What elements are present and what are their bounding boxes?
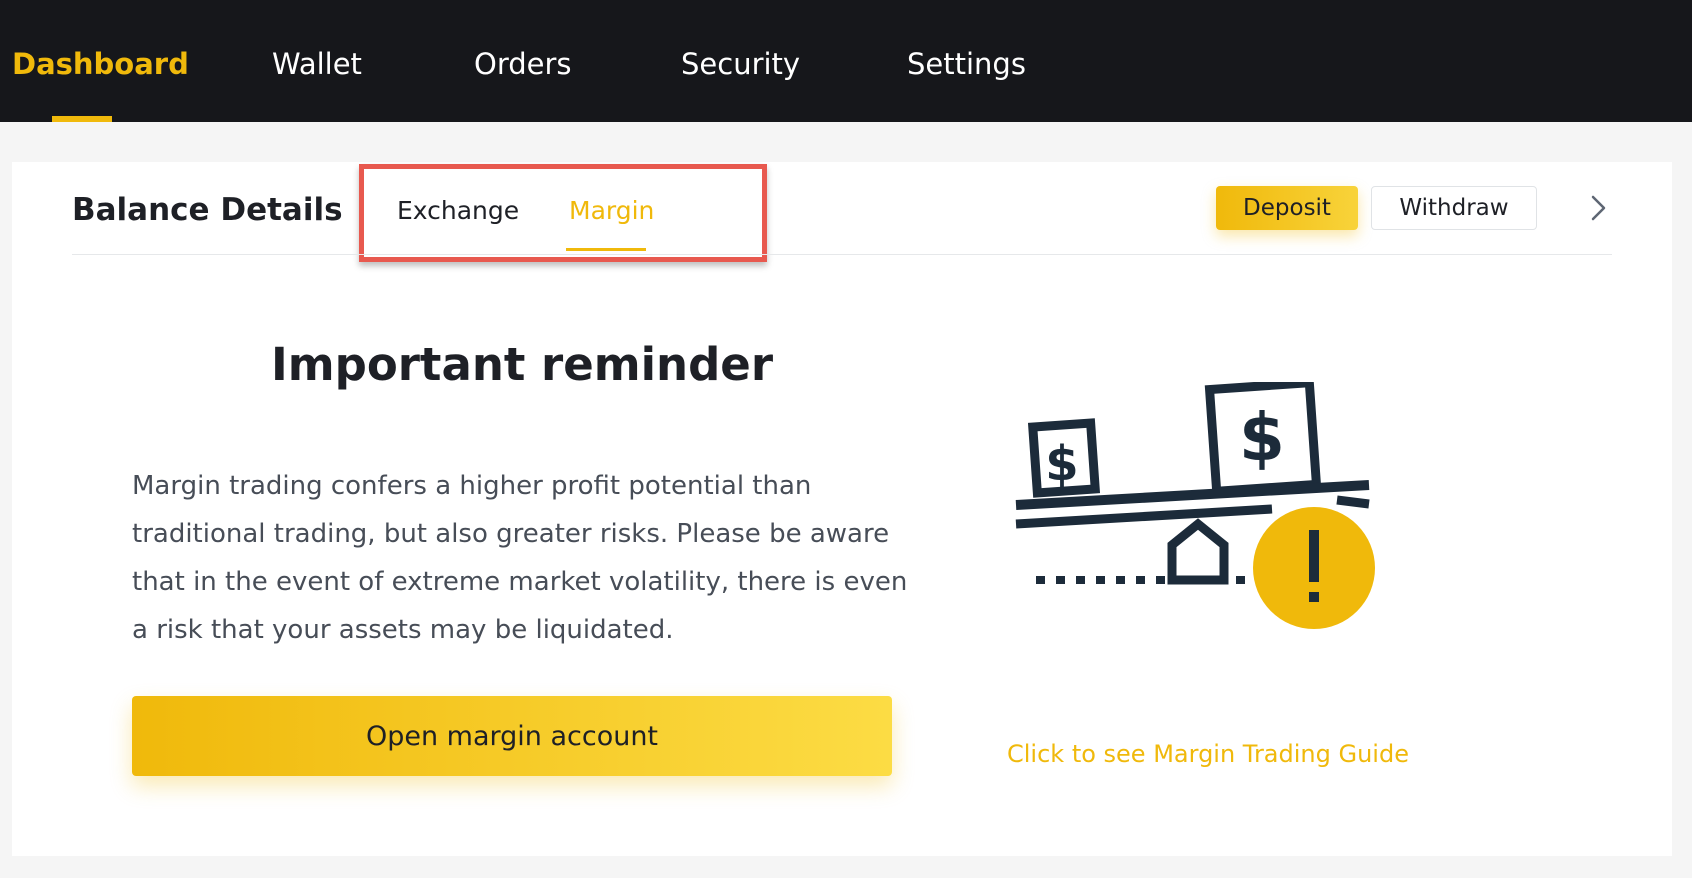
nav-item-security[interactable]: Security <box>681 50 800 79</box>
nav-active-indicator <box>52 116 112 122</box>
balance-card: Balance Details Exchange Margin Deposit … <box>12 162 1672 856</box>
margin-guide-link[interactable]: Click to see Margin Trading Guide <box>1007 740 1409 768</box>
tab-margin[interactable]: Margin <box>569 196 654 225</box>
dollar-icon: $ <box>1027 418 1101 498</box>
nav-item-wallet[interactable]: Wallet <box>272 50 362 79</box>
svg-text:$: $ <box>1045 436 1078 492</box>
deposit-button[interactable]: Deposit <box>1216 186 1358 230</box>
open-margin-account-button[interactable]: Open margin account <box>132 696 892 776</box>
svg-text:$: $ <box>1239 399 1285 476</box>
dollar-icon: $ <box>1204 382 1322 497</box>
reminder-text: Margin trading confers a higher profit p… <box>132 471 908 645</box>
withdraw-button[interactable]: Withdraw <box>1371 186 1537 230</box>
nav-item-settings[interactable]: Settings <box>907 50 1026 79</box>
nav-item-orders[interactable]: Orders <box>474 50 572 79</box>
tab-active-indicator <box>566 248 646 251</box>
card-title: Balance Details <box>72 192 343 228</box>
chevron-right-icon[interactable] <box>1580 190 1616 226</box>
top-nav: Dashboard Wallet Orders Security Setting… <box>0 0 1692 122</box>
header-divider <box>72 254 1612 255</box>
exclamation-icon <box>1253 507 1375 629</box>
nav-item-dashboard[interactable]: Dashboard <box>12 50 189 79</box>
reminder-title: Important reminder <box>270 338 774 391</box>
tab-exchange[interactable]: Exchange <box>397 196 519 225</box>
